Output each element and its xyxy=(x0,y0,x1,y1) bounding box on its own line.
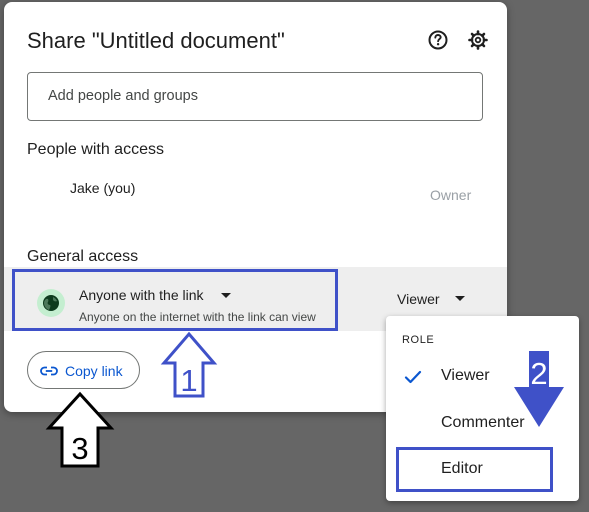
annotation-number-3: 3 xyxy=(71,431,88,466)
annotation-overlay: 1 2 3 xyxy=(45,331,564,468)
annotation-number-2: 2 xyxy=(530,356,547,391)
annotation-number-1: 1 xyxy=(180,363,197,398)
